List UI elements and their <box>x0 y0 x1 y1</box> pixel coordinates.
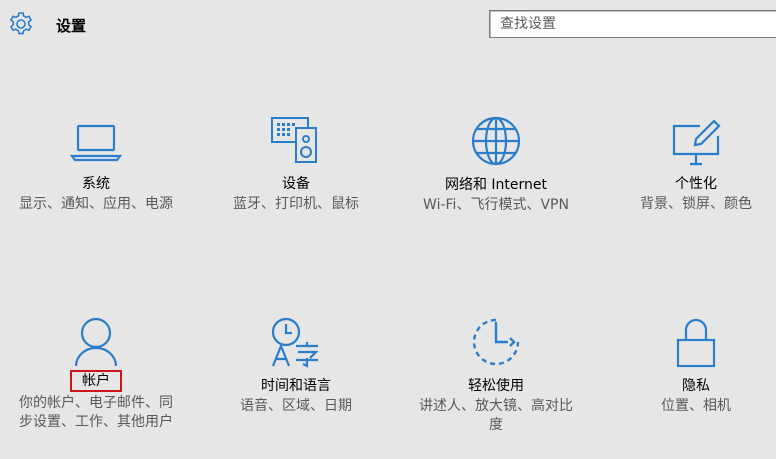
devices-icon <box>271 117 317 163</box>
tile-accounts-desc: 你的帐户、电子邮件、同步设置、工作、其他用户 <box>19 395 173 430</box>
time-language-icon <box>271 317 319 368</box>
tile-network-desc: Wi-Fi、飞行模式、VPN <box>423 197 569 213</box>
lock-icon <box>676 318 716 368</box>
tile-privacy-title: 隐私 <box>682 378 710 394</box>
laptop-icon <box>70 124 122 162</box>
tile-time-language-desc: 语音、区域、日期 <box>240 398 352 414</box>
gear-icon <box>9 12 33 35</box>
tile-ease-of-access[interactable]: 轻松使用 讲述人、放大镜、高对比度 <box>400 316 592 435</box>
tile-devices-title: 设备 <box>282 176 310 192</box>
tile-personalization-desc: 背景、锁屏、颜色 <box>640 196 752 212</box>
tile-devices[interactable]: 设备 蓝牙、打印机、鼠标 <box>200 114 392 214</box>
page-title: 设置 <box>56 17 87 35</box>
search-box[interactable] <box>489 10 776 38</box>
tile-personalization[interactable]: 个性化 背景、锁屏、颜色 <box>600 118 776 214</box>
tile-accounts[interactable]: 帐户 你的帐户、电子邮件、同步设置、工作、其他用户 <box>0 316 192 432</box>
tile-ease-of-access-title: 轻松使用 <box>468 378 524 394</box>
person-icon <box>74 317 118 367</box>
tile-time-language[interactable]: 时间和语言 语音、区域、日期 <box>200 316 392 416</box>
tile-devices-desc: 蓝牙、打印机、鼠标 <box>233 196 359 212</box>
tile-network-title: 网络和 Internet <box>444 177 548 193</box>
personalization-icon <box>672 119 721 166</box>
tile-ease-of-access-desc: 讲述人、放大镜、高对比度 <box>419 398 573 433</box>
globe-icon <box>471 116 521 166</box>
tile-system-desc: 显示、通知、应用、电源 <box>19 196 173 212</box>
tile-system[interactable]: 系统 显示、通知、应用、电源 <box>0 118 192 214</box>
tile-network[interactable]: 网络和 Internet Wi-Fi、飞行模式、VPN <box>400 115 592 215</box>
tile-personalization-title: 个性化 <box>675 176 717 192</box>
tile-time-language-title: 时间和语言 <box>261 378 331 394</box>
tile-accounts-title: 帐户 <box>70 370 122 392</box>
tile-system-title: 系统 <box>82 176 110 192</box>
search-input[interactable] <box>490 11 770 37</box>
tile-privacy-desc: 位置、相机 <box>661 398 731 414</box>
ease-of-access-icon <box>472 318 520 366</box>
tile-privacy[interactable]: 隐私 位置、相机 <box>600 316 776 416</box>
tile-accounts-title-wrap: 帐户 <box>0 370 192 392</box>
